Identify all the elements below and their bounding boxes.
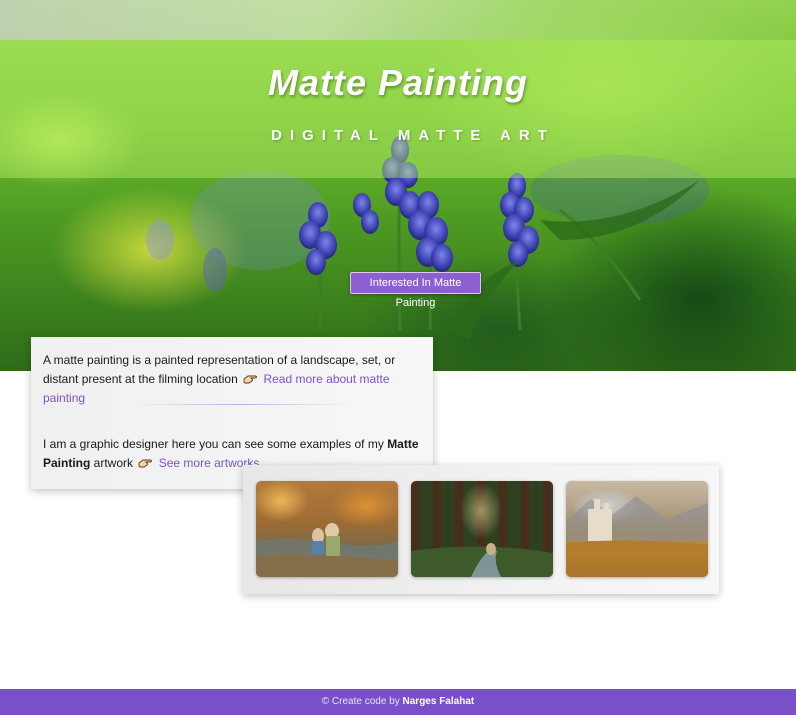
artwork-gallery [243, 465, 719, 594]
artwork-2-image [411, 543, 553, 577]
page-title: Matte Painting [267, 62, 528, 103]
divider [131, 404, 351, 405]
hero-title-band [0, 40, 796, 178]
gallery-artwork-1[interactable] [256, 481, 398, 577]
gallery-artwork-2[interactable] [411, 481, 553, 577]
pointing-hand-icon [138, 459, 153, 468]
pointing-hand-icon [243, 375, 258, 384]
footer: © Create code by Narges Falahat [0, 689, 796, 715]
footer-author: Narges Falahat [402, 696, 475, 707]
hero-banner: Matte Painting DIGITAL MATTE ART Interes… [0, 0, 796, 371]
interested-button[interactable]: Interested In Matte Painting [350, 272, 481, 309]
footer-credit-prefix: © Create code by [321, 696, 403, 707]
info-paragraph-2-text-b: artwork [90, 456, 134, 470]
info-paragraph-1: A matte painting is a painted representa… [43, 351, 421, 408]
info-paragraph-2-text-a: I am a graphic designer here you can see… [43, 437, 388, 451]
artwork-3-image [566, 496, 708, 577]
gallery-artwork-3[interactable] [566, 481, 708, 577]
hero-subtitle: DIGITAL MATTE ART [271, 127, 555, 144]
artwork-1-image [256, 523, 398, 577]
